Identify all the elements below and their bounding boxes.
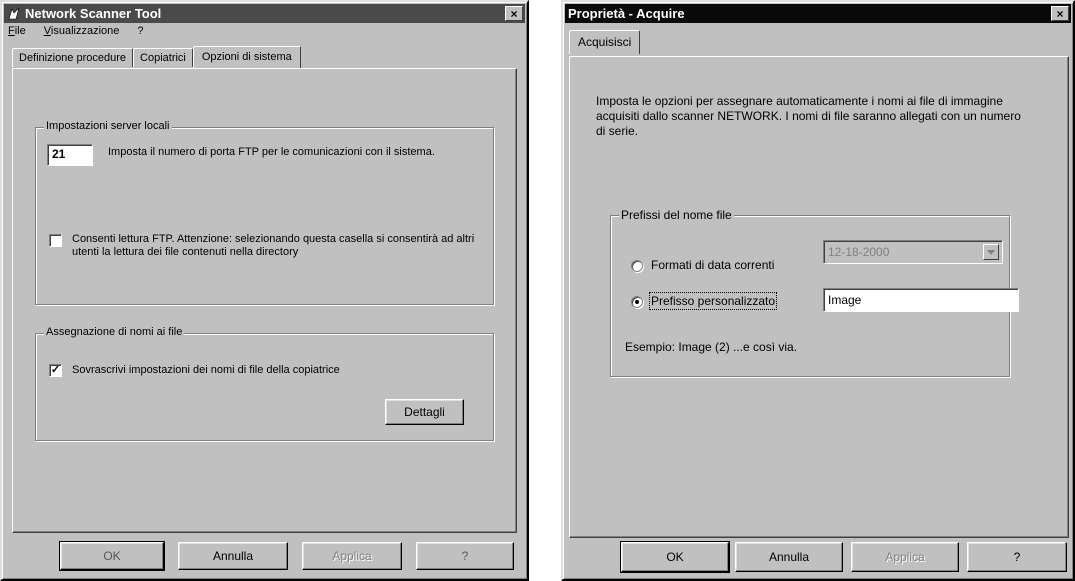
example-text: Esempio: Image (2) ...e così via. [625, 340, 798, 354]
apply-button[interactable]: Applica [851, 542, 959, 572]
window-title: Proprietà - Acquire [568, 6, 685, 21]
details-button[interactable]: Dettagli [385, 399, 464, 425]
network-scanner-tool-window: Network Scanner Tool × File Visualizzazi… [0, 0, 529, 581]
scanner-icon [7, 6, 21, 21]
file-prefix-group: Prefissi del nome file Formati di data c… [610, 208, 1019, 377]
menu-help[interactable]: ? [135, 25, 145, 41]
group-legend: Prefissi del nome file [619, 208, 734, 222]
date-format-radio[interactable] [631, 260, 643, 272]
tab-acquire[interactable]: Acquisisci [569, 30, 641, 54]
custom-prefix-label[interactable]: Prefisso personalizzato [648, 292, 778, 310]
ok-button[interactable]: OK [620, 541, 730, 573]
chevron-down-icon[interactable] [983, 244, 999, 260]
check-mark-icon: ✓ [50, 364, 61, 376]
date-format-value: 12-18-2000 [828, 245, 890, 259]
close-icon[interactable]: × [1051, 6, 1069, 21]
tab-copiers[interactable]: Copiatrici [133, 48, 193, 67]
window-title: Network Scanner Tool [25, 6, 162, 21]
tab-strip: Definizione procedure Copiatrici Opzioni… [12, 46, 301, 68]
cancel-button[interactable]: Annulla [178, 542, 288, 570]
menu-file[interactable]: File [6, 25, 28, 41]
help-button[interactable]: ? [416, 542, 514, 570]
ftp-port-description: Imposta il numero di porta FTP per le co… [108, 146, 435, 158]
overwrite-label[interactable]: Sovrascrivi impostazioni dei nomi di fil… [72, 364, 340, 376]
close-icon[interactable]: × [505, 6, 523, 21]
date-format-label[interactable]: Formati di data correnti [651, 258, 774, 272]
tab-procedure-definition[interactable]: Definizione procedure [12, 48, 134, 67]
overwrite-checkbox[interactable]: ✓ [49, 364, 62, 377]
tab-panel: Impostazioni server locali 21 Imposta il… [12, 68, 517, 533]
acquire-properties-window: Proprietà - Acquire × Acquisisci Imposta… [561, 0, 1075, 581]
ftp-read-checkbox[interactable] [49, 234, 62, 247]
tab-strip: Acquisisci [569, 30, 641, 54]
group-legend: Impostazioni server locali [44, 120, 172, 132]
custom-prefix-field[interactable]: Image [823, 288, 1019, 312]
group-legend: Assegnazione di nomi ai file [44, 326, 185, 338]
custom-prefix-radio[interactable] [631, 296, 643, 308]
ok-button[interactable]: OK [59, 541, 165, 571]
menu-view[interactable]: Visualizzazione [42, 25, 122, 41]
tab-panel: Imposta le opzioni per assegnare automat… [569, 56, 1069, 538]
ftp-read-label[interactable]: Consenti lettura FTP. Attenzione: selezi… [72, 233, 477, 259]
file-naming-group: Assegnazione di nomi ai file ✓ Sovrascri… [35, 326, 494, 441]
tab-system-options[interactable]: Opzioni di sistema [192, 46, 301, 68]
local-server-group: Impostazioni server locali 21 Imposta il… [35, 120, 494, 305]
title-bar[interactable]: Network Scanner Tool × [4, 4, 525, 23]
apply-button[interactable]: Applica [302, 542, 402, 570]
intro-text: Imposta le opzioni per assegnare automat… [596, 94, 1021, 138]
help-button[interactable]: ? [967, 542, 1067, 572]
menu-bar: File Visualizzazione ? [6, 25, 146, 41]
cancel-button[interactable]: Annulla [735, 542, 843, 572]
date-format-dropdown[interactable]: 12-18-2000 [823, 240, 1003, 264]
title-bar[interactable]: Proprietà - Acquire × [565, 4, 1071, 23]
ftp-port-field[interactable]: 21 [47, 144, 93, 166]
